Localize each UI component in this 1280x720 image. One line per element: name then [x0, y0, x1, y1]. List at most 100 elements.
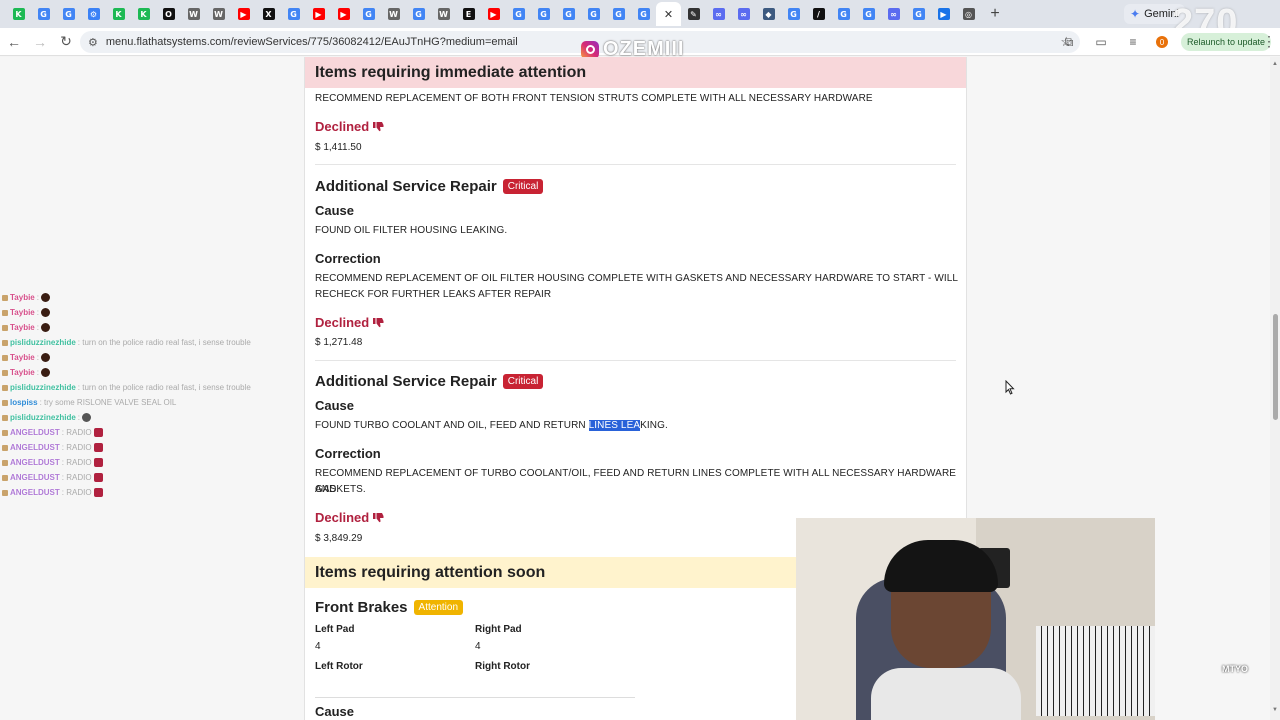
scroll-thumb[interactable]: [1273, 314, 1278, 421]
k-green-icon: K: [137, 8, 150, 20]
chat-text: : turn on the police radio real fast, i …: [77, 338, 251, 347]
close-icon[interactable]: ✕: [663, 8, 675, 21]
chat-message: Taybie:: [2, 305, 302, 320]
relaunch-button[interactable]: Relaunch to update: [1181, 33, 1272, 51]
chat-emote-icon: [82, 413, 92, 422]
google-icon: G: [587, 8, 600, 20]
browser-tab[interactable]: G: [631, 2, 656, 26]
declined-label: Declined: [315, 510, 370, 525]
chat-username: pisliduzzinezhide: [10, 413, 76, 422]
browser-tab[interactable]: ▶: [331, 2, 356, 26]
youtube-icon: ▶: [487, 8, 500, 20]
right-pad-label: Right Pad: [475, 624, 522, 635]
browser-tab[interactable]: ∞: [881, 2, 906, 26]
browser-tab[interactable]: W: [206, 2, 231, 26]
extensions-icon[interactable]: ⧉: [1060, 33, 1078, 51]
google-icon: G: [912, 8, 925, 20]
browser-tab[interactable]: G: [56, 2, 81, 26]
google-icon: G: [537, 8, 550, 20]
declined-status[interactable]: Declined: [315, 510, 385, 525]
browser-tab[interactable]: E: [456, 2, 481, 26]
address-bar[interactable]: ⚙ menu.flathatsystems.com/reviewServices…: [80, 31, 1080, 53]
browser-tab[interactable]: W: [381, 2, 406, 26]
wikipedia-icon: W: [187, 8, 200, 20]
chat-username: Taybie: [10, 353, 35, 362]
extension-badge[interactable]: 0: [1156, 36, 1168, 48]
wikipedia-icon: W: [212, 8, 225, 20]
browser-tab[interactable]: G: [556, 2, 581, 26]
browser-tab[interactable]: G: [831, 2, 856, 26]
repair-price: $ 1,411.50: [315, 142, 362, 153]
browser-tab[interactable]: ▶: [306, 2, 331, 26]
chat-text: : RADIO: [61, 443, 92, 452]
browser-tab[interactable]: ✎: [681, 2, 706, 26]
news-icon: E: [462, 8, 475, 20]
stream-chat-overlay: Taybie: Taybie: Taybie: pisliduzzinezhide: …: [2, 290, 302, 500]
browser-tab[interactable]: ◆: [756, 2, 781, 26]
browser-tab[interactable]: G: [406, 2, 431, 26]
chat-username: lospiss: [10, 398, 38, 407]
browser-tab[interactable]: G: [781, 2, 806, 26]
browser-tab[interactable]: ✕: [656, 2, 681, 26]
google-icon: G: [412, 8, 425, 20]
reload-button[interactable]: ↻: [54, 30, 78, 54]
browser-tab[interactable]: G: [856, 2, 881, 26]
browser-tab[interactable]: ∞: [706, 2, 731, 26]
declined-status[interactable]: Declined: [315, 119, 385, 134]
browser-tab[interactable]: W: [181, 2, 206, 26]
browser-tab[interactable]: G: [356, 2, 381, 26]
browser-menu-icon[interactable]: ⋮: [1262, 33, 1276, 50]
chat-message: Taybie:: [2, 365, 302, 380]
page-scrollbar[interactable]: ▲ ▼: [1270, 57, 1280, 720]
browser-tab[interactable]: G: [906, 2, 931, 26]
browser-tab[interactable]: G: [581, 2, 606, 26]
scroll-up-arrow-icon[interactable]: ▲: [1272, 61, 1278, 67]
browser-tab[interactable]: ▶: [931, 2, 956, 26]
chat-message: ANGELDUST: RADIO: [2, 425, 302, 440]
scroll-down-arrow-icon[interactable]: ▼: [1272, 707, 1278, 713]
browser-tab[interactable]: G: [606, 2, 631, 26]
browser-tab[interactable]: ▶: [481, 2, 506, 26]
front-brakes-title-text: Front Brakes: [315, 599, 408, 616]
chat-badge-icon: [2, 489, 8, 496]
new-tab-button[interactable]: +: [985, 5, 1005, 23]
chat-text: : try some RISLONE VALVE SEAL OIL: [39, 398, 177, 407]
left-pad-label: Left Pad: [315, 624, 355, 635]
slash-icon: /: [812, 8, 825, 20]
chat-badge-icon: [2, 369, 8, 376]
site-info-icon[interactable]: ⚙: [88, 36, 98, 49]
browser-tab[interactable]: ⚙: [81, 2, 106, 26]
browser-tab[interactable]: ▶: [231, 2, 256, 26]
browser-tab[interactable]: ◎: [956, 2, 981, 26]
chat-emote-icon: [40, 323, 50, 332]
back-button[interactable]: ←: [2, 30, 26, 54]
forward-button[interactable]: →: [28, 30, 52, 54]
cast-icon[interactable]: ▭: [1092, 33, 1110, 51]
correction-label: Correction: [315, 446, 381, 461]
browser-tab[interactable]: K: [131, 2, 156, 26]
critical-badge: Critical: [502, 179, 544, 194]
browser-tab[interactable]: X: [256, 2, 281, 26]
gemini-icon: ✦: [1130, 7, 1141, 21]
url-text: menu.flathatsystems.com/reviewServices/7…: [105, 36, 518, 48]
browser-tab[interactable]: O: [156, 2, 181, 26]
browser-tab[interactable]: G: [506, 2, 531, 26]
repair-title: Additional Service Repair Critical: [315, 373, 544, 390]
chat-message: Taybie:: [2, 350, 302, 365]
google-icon: G: [62, 8, 75, 20]
browser-tab[interactable]: ∞: [731, 2, 756, 26]
browser-tab[interactable]: K: [106, 2, 131, 26]
browser-tab[interactable]: G: [31, 2, 56, 26]
declined-status[interactable]: Declined: [315, 315, 385, 330]
browser-tab[interactable]: G: [531, 2, 556, 26]
browser-tab[interactable]: W: [431, 2, 456, 26]
chat-username: Taybie: [10, 308, 35, 317]
chat-username: Taybie: [10, 368, 35, 377]
selected-text: LINES LEA: [588, 420, 641, 431]
tension-struts-correction: RECOMMEND REPLACEMENT OF BOTH FRONT TENS…: [315, 93, 873, 104]
browser-tab[interactable]: G: [281, 2, 306, 26]
reading-list-icon[interactable]: ≡: [1124, 33, 1142, 51]
browser-tab[interactable]: /: [806, 2, 831, 26]
chat-username: pisliduzzinezhide: [10, 383, 76, 392]
browser-tab[interactable]: K: [6, 2, 31, 26]
